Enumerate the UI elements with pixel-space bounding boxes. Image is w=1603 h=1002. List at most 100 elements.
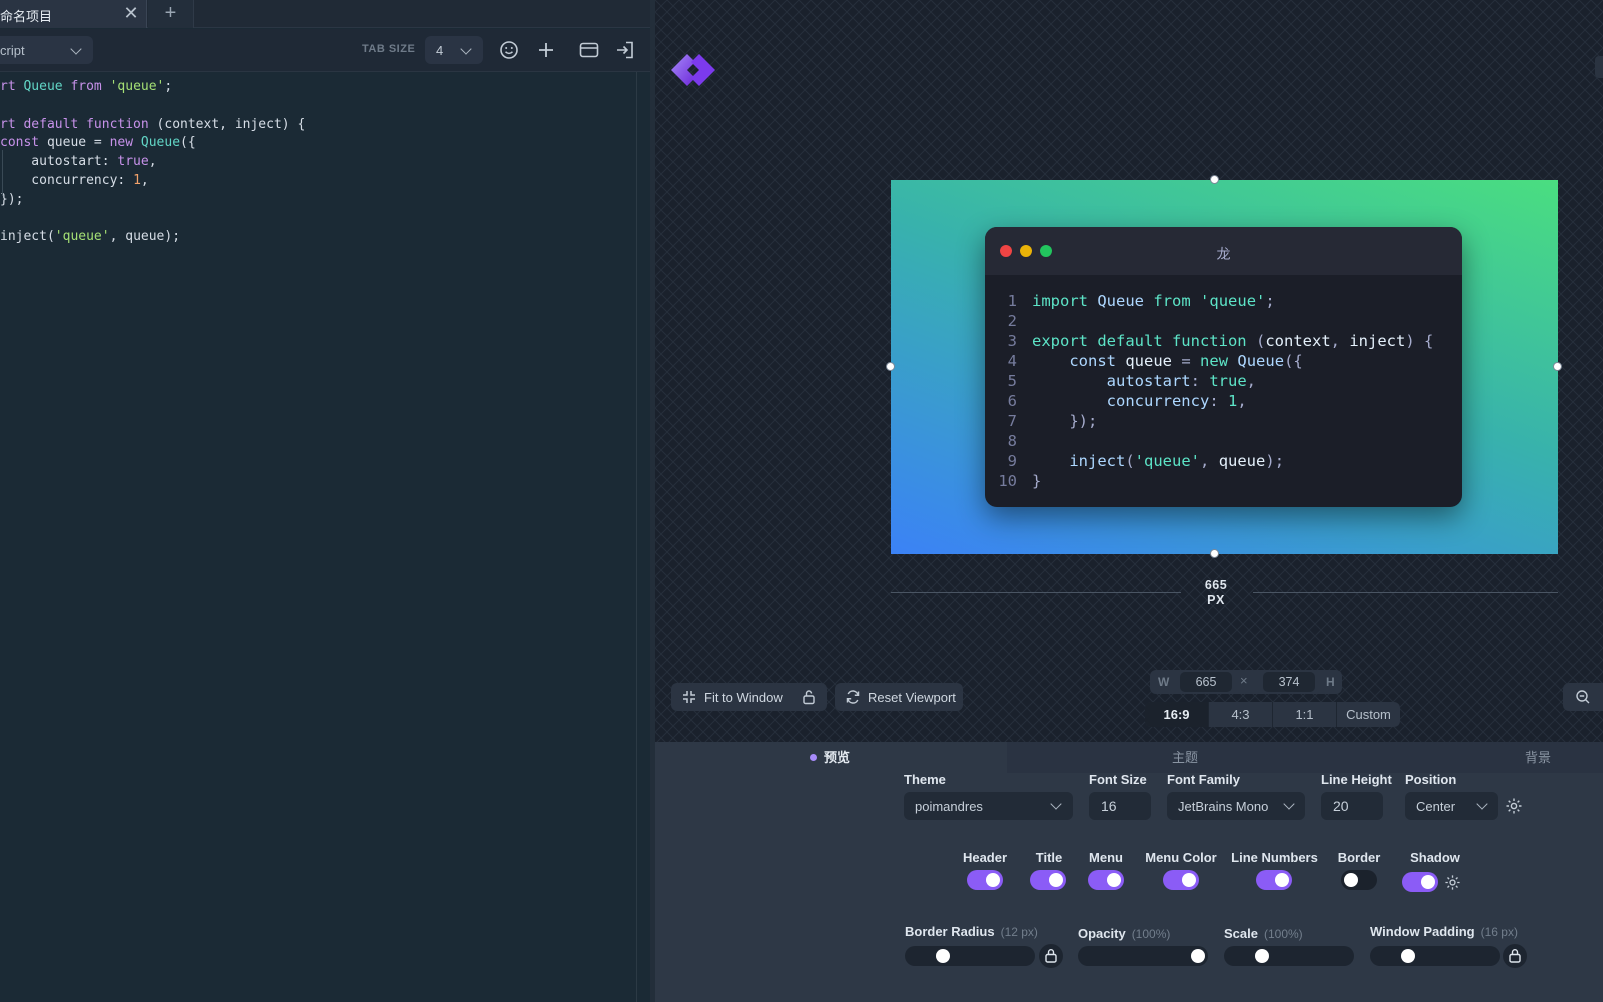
slider-thumb[interactable] [1254, 949, 1269, 963]
font-size-value: 16 [1101, 798, 1117, 814]
editor-toolbar: cript TAB SIZE 4 [0, 29, 655, 72]
tab-preview[interactable]: 预览 [655, 742, 1007, 773]
settings-tabs: 预览 主题 背景 [655, 742, 1603, 773]
slider-thumb[interactable] [1400, 949, 1415, 963]
tab-size-select[interactable]: 4 [425, 36, 483, 64]
font-family-select[interactable]: JetBrains Mono [1167, 792, 1305, 820]
editor-scrollbar[interactable] [636, 72, 637, 1002]
header-toggle-label: Header [962, 850, 1008, 865]
shadow-settings-gear-icon[interactable] [1444, 874, 1461, 891]
resize-handle-bottom[interactable] [1210, 549, 1219, 558]
tab-background[interactable]: 背景 [1525, 742, 1551, 773]
width-ruler-right [1253, 592, 1558, 593]
line-height-label: Line Height [1321, 772, 1392, 787]
resize-handle-left[interactable] [886, 362, 895, 371]
line-numbers-toggle-label: Line Numbers [1231, 850, 1318, 865]
border-radius-slider[interactable] [905, 946, 1035, 966]
app-root: 命名项目 ✕ + cript TAB SIZE 4 rt Queue from … [0, 0, 1603, 1002]
times-icon: × [1240, 673, 1248, 688]
height-label: H [1326, 675, 1335, 689]
unlock-icon[interactable] [801, 689, 817, 705]
language-select[interactable]: cript [0, 36, 93, 64]
editor-tab-bar: 命名项目 ✕ + [0, 0, 655, 28]
code-editor-pane: 命名项目 ✕ + cript TAB SIZE 4 rt Queue from … [0, 0, 655, 1002]
plus-icon[interactable] [535, 39, 557, 61]
resize-handle-right[interactable] [1553, 362, 1562, 371]
menu-color-toggle[interactable] [1163, 870, 1199, 890]
preview-area: 龙 1 import Queue from 'queue'; 2 3 export … [655, 0, 1603, 742]
ratio-custom-button[interactable]: Custom [1337, 702, 1400, 727]
reset-viewport-label: Reset Viewport [868, 690, 956, 705]
font-size-label: Font Size [1089, 772, 1147, 787]
tab-theme[interactable]: 主题 [1172, 742, 1198, 773]
title-toggle-label: Title [1035, 850, 1063, 865]
panel-toggle-button[interactable] [1595, 56, 1603, 78]
window-padding-slider[interactable] [1370, 946, 1500, 966]
slider-thumb[interactable] [935, 949, 950, 963]
font-family-value: JetBrains Mono [1178, 799, 1269, 814]
width-input[interactable]: 665 [1180, 672, 1232, 692]
file-tab-label: 命名项目 [0, 9, 53, 24]
aspect-ratio-group: 16:9 4:3 1:1 Custom [1145, 702, 1400, 727]
active-dot-icon [810, 754, 817, 761]
chevron-down-icon [70, 43, 82, 55]
code-line-6: concurrency: 1, [0, 173, 149, 188]
border-toggle[interactable] [1341, 870, 1377, 890]
lock-icon [1045, 949, 1057, 963]
window-padding-lock-button[interactable] [1503, 944, 1527, 968]
refresh-icon [846, 690, 860, 704]
language-value: cript [0, 43, 25, 58]
screenshot-canvas[interactable]: 龙 1 import Queue from 'queue'; 2 3 export … [891, 180, 1558, 554]
ratio-16-9-button[interactable]: 16:9 [1145, 702, 1209, 727]
opacity-slider[interactable] [1078, 946, 1208, 966]
tab-size-label: TAB SIZE [362, 43, 416, 55]
border-radius-lock-button[interactable] [1039, 944, 1063, 968]
code-line-1: rt Queue from 'queue'; [0, 79, 173, 94]
resize-handle-top[interactable] [1210, 175, 1219, 184]
opacity-label: Opacity (100%) [1078, 926, 1171, 941]
font-size-input[interactable]: 16 [1089, 792, 1151, 820]
window-title[interactable]: 龙 [985, 244, 1462, 264]
chevron-down-icon [460, 43, 472, 55]
window-padding-label: Window Padding (16 px) [1370, 924, 1518, 939]
lock-icon [1509, 949, 1521, 963]
emoji-icon[interactable] [498, 39, 520, 61]
menu-toggle[interactable] [1088, 870, 1124, 890]
settings-panel: 预览 主题 背景 Theme poimandres Font Size 16 F… [655, 742, 1603, 1002]
position-select[interactable]: Center [1405, 792, 1498, 820]
menu-toggle-label: Menu [1089, 850, 1123, 865]
position-settings-gear-icon[interactable] [1505, 797, 1523, 815]
title-toggle[interactable] [1030, 870, 1066, 890]
position-label: Position [1405, 772, 1457, 787]
file-tab[interactable]: 命名项目 ✕ [0, 0, 147, 28]
zoom-out-button[interactable] [1563, 683, 1603, 711]
reset-viewport-button[interactable]: Reset Viewport [835, 683, 963, 711]
chevron-down-icon [1476, 798, 1488, 810]
line-numbers-toggle[interactable] [1256, 870, 1292, 890]
height-input[interactable]: 374 [1263, 672, 1315, 692]
ratio-1-1-button[interactable]: 1:1 [1273, 702, 1337, 727]
border-radius-label: Border Radius (12 px) [905, 924, 1038, 939]
window-header: 龙 [985, 227, 1462, 275]
code-window: 龙 1 import Queue from 'queue'; 2 3 export … [985, 227, 1462, 507]
close-tab-icon[interactable]: ✕ [123, 2, 139, 24]
ratio-4-3-button[interactable]: 4:3 [1209, 702, 1273, 727]
font-family-label: Font Family [1167, 772, 1240, 787]
fit-to-window-button[interactable]: Fit to Window [671, 683, 827, 711]
width-unit: PX [1207, 593, 1225, 607]
chevron-down-icon [1050, 798, 1062, 810]
slider-thumb[interactable] [1191, 949, 1205, 963]
login-icon[interactable] [614, 39, 636, 61]
shadow-toggle[interactable] [1402, 872, 1438, 892]
theme-select[interactable]: poimandres [904, 792, 1073, 820]
header-toggle[interactable] [967, 870, 1003, 890]
line-height-value: 20 [1333, 798, 1349, 814]
add-tab-button[interactable]: + [148, 0, 194, 28]
window-frame-icon[interactable] [578, 39, 600, 61]
fit-to-window-label: Fit to Window [704, 690, 783, 705]
theme-label: Theme [904, 772, 946, 787]
line-height-input[interactable]: 20 [1321, 792, 1383, 820]
code-textarea[interactable]: rt Queue from 'queue'; rt default functi… [0, 74, 636, 1002]
code-line-7: }); [0, 191, 24, 207]
scale-slider[interactable] [1224, 946, 1354, 966]
